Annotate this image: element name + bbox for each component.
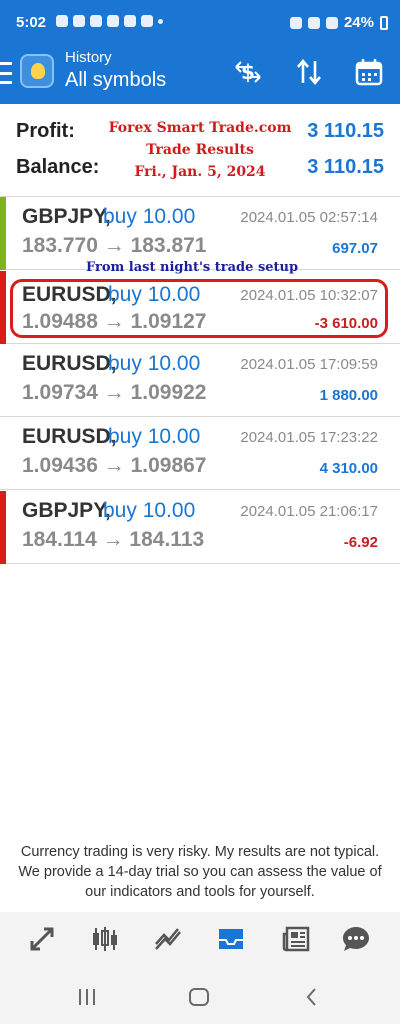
sync-notification-icon — [141, 15, 153, 27]
calendar-icon[interactable] — [353, 56, 385, 88]
more-notifications-icon — [158, 19, 163, 24]
wifi-icon — [307, 16, 320, 29]
highlight-annotation — [10, 279, 388, 338]
profit-value: 3 110.15 — [307, 120, 384, 142]
status-time: 5:02 — [16, 14, 47, 31]
trade-prices: 183.770 → 183.871 — [22, 234, 207, 257]
trade-icon[interactable] — [152, 922, 184, 956]
trade-time: 2024.01.05 21:06:17 — [240, 503, 378, 520]
status-right: 24% — [289, 14, 388, 31]
chat-icon[interactable] — [340, 922, 372, 956]
trade-time: 2024.01.05 17:09:59 — [240, 356, 378, 373]
app-subtitle: History — [65, 49, 112, 66]
system-navigation-bar — [0, 968, 400, 1024]
trade-side: buy 10.00 — [103, 205, 196, 228]
disclaimer-text: Currency trading is very risky. My resul… — [18, 844, 382, 900]
chart-icon[interactable] — [89, 922, 121, 956]
balance-label: Balance: — [16, 156, 100, 178]
quotes-icon[interactable] — [26, 922, 58, 956]
notification-icons — [56, 15, 163, 27]
messenger-notification-icon — [90, 15, 102, 27]
trade-prices: 1.09734 → 1.09922 — [22, 381, 207, 404]
trade-profit: 1 880.00 — [319, 387, 378, 404]
trade-time: 2024.01.05 17:23:22 — [240, 429, 378, 446]
home-button[interactable] — [187, 986, 211, 1014]
trade-symbol: GBPJPY, — [22, 205, 111, 228]
trade-accent — [0, 197, 6, 270]
trade-side: buy 10.00 — [108, 425, 201, 448]
bottom-navigation — [0, 912, 400, 968]
alarm-icon — [289, 16, 302, 29]
battery-percent: 24% — [343, 14, 374, 31]
history-icon[interactable] — [215, 922, 247, 956]
trade-side: buy 10.00 — [103, 499, 196, 522]
profit-label: Profit: — [16, 120, 75, 142]
promo-heading: Trade Results — [146, 142, 254, 158]
trade-accent — [0, 271, 6, 344]
symbol-filter[interactable]: All symbols — [65, 69, 166, 92]
app-bar: History All symbols $ — [0, 46, 400, 104]
wifi-notification-icon — [73, 15, 85, 27]
promo-site: Forex Smart Trade.com — [108, 120, 292, 136]
svg-text:$: $ — [241, 60, 255, 84]
trade-time: 2024.01.05 02:57:14 — [240, 209, 378, 226]
trade-symbol: EURUSD, — [22, 425, 117, 448]
trade-profit: -6.92 — [343, 534, 378, 551]
currency-exchange-icon[interactable]: $ — [232, 56, 264, 88]
trade-side: buy 10.00 — [108, 352, 201, 375]
status-bar: 5:02 24% — [0, 0, 400, 46]
app-notification-icon — [124, 15, 136, 27]
trade-symbol: EURUSD, — [22, 352, 117, 375]
chat-notification-icon — [56, 15, 68, 27]
recent-apps-button[interactable] — [76, 986, 98, 1014]
app-notification-icon — [107, 15, 119, 27]
battery-icon — [380, 15, 388, 30]
news-icon[interactable] — [280, 922, 312, 956]
menu-icon[interactable] — [0, 62, 14, 84]
balance-value: 3 110.15 — [307, 156, 384, 178]
trade-row[interactable]: EURUSD, buy 10.00 2024.01.05 17:09:59 1.… — [0, 344, 400, 417]
account-summary: Profit: 3 110.15 Balance: 3 110.15 Forex… — [0, 104, 400, 197]
trade-row[interactable]: GBPJPY, buy 10.00 2024.01.05 21:06:17 18… — [0, 491, 400, 564]
trade-prices: 1.09436 → 1.09867 — [22, 454, 207, 477]
trade-prices: 184.114 → 184.113 — [22, 528, 205, 551]
app-logo — [20, 54, 54, 88]
sort-icon[interactable] — [293, 56, 325, 88]
trade-row[interactable]: EURUSD, buy 10.00 2024.01.05 17:23:22 1.… — [0, 417, 400, 490]
trade-profit: 4 310.00 — [319, 460, 378, 477]
promo-date: Fri., Jan. 5, 2024 — [134, 164, 266, 180]
trade-accent — [0, 491, 6, 564]
back-button[interactable] — [302, 986, 322, 1014]
signal-icon — [325, 16, 338, 29]
trade-profit: 697.07 — [332, 240, 378, 257]
trade-symbol: GBPJPY, — [22, 499, 111, 522]
